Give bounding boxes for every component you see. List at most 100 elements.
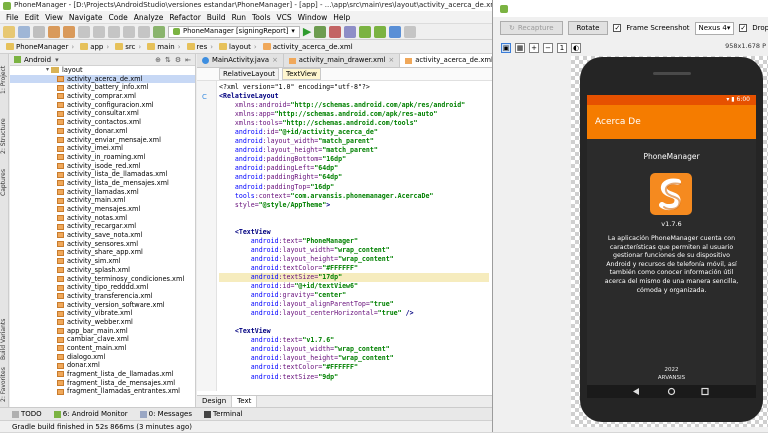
- tree-folder-layout[interactable]: ▾ layout: [10, 66, 195, 75]
- tree-file-item[interactable]: app_bar_main.xml: [10, 327, 195, 336]
- tab-activity-main-drawer[interactable]: activity_main_drawer.xml ×: [284, 54, 401, 67]
- breadcrumb-item[interactable]: PhoneManager ›: [3, 43, 77, 51]
- color-picker-icon[interactable]: ◐: [571, 42, 581, 53]
- recapture-button[interactable]: ↻ Recapture: [500, 21, 563, 35]
- tree-file-item[interactable]: activity_transferencia.xml: [10, 292, 195, 301]
- zoom-out-icon[interactable]: −: [543, 42, 553, 53]
- tree-file-item[interactable]: activity_splash.xml: [10, 266, 195, 275]
- tree-file-item[interactable]: activity_vibrate.xml: [10, 309, 195, 318]
- stop-icon[interactable]: [329, 25, 342, 38]
- tree-file-item[interactable]: activity_mensajes.xml: [10, 205, 195, 214]
- captures-tool-tab[interactable]: Captures: [0, 166, 9, 200]
- tree-file-item[interactable]: activity_webber.xml: [10, 318, 195, 327]
- menu-tools[interactable]: Tools: [249, 11, 273, 24]
- zoom-in-icon[interactable]: +: [529, 42, 539, 53]
- close-icon[interactable]: ×: [272, 54, 278, 67]
- tree-file-item[interactable]: fragment_lista_de_llamadas.xml: [10, 370, 195, 379]
- tree-file-item[interactable]: fragment_llamadas_entrantes.xml: [10, 387, 195, 396]
- menu-edit[interactable]: Edit: [22, 11, 43, 24]
- breadcrumb-item[interactable]: app ›: [77, 43, 112, 51]
- tree-file-item[interactable]: activity_notas.xml: [10, 214, 195, 223]
- breadcrumb-item[interactable]: layout ›: [216, 43, 260, 51]
- menu-navigate[interactable]: Navigate: [66, 11, 106, 24]
- tree-file-item[interactable]: activity_lista_de_mensajes.xml: [10, 179, 195, 188]
- paste-icon[interactable]: [108, 25, 120, 38]
- drop-shadow-checkbox[interactable]: ✓: [739, 24, 748, 32]
- save-icon[interactable]: [18, 25, 30, 38]
- replace-icon[interactable]: [138, 25, 150, 38]
- tree-file-item[interactable]: activity_main.xml: [10, 196, 195, 205]
- tree-file-item[interactable]: activity_share_app.xml: [10, 248, 195, 257]
- menu-run[interactable]: Run: [229, 11, 249, 24]
- menu-analyze[interactable]: Analyze: [131, 11, 167, 24]
- tree-file-item[interactable]: activity_battery_info.xml: [10, 83, 195, 92]
- tree-file-item[interactable]: activity_sensores.xml: [10, 240, 195, 249]
- xml-breadcrumb-textview[interactable]: TextView: [282, 68, 321, 80]
- menu-code[interactable]: Code: [106, 11, 131, 24]
- frame-screenshot-checkbox[interactable]: ✓: [613, 24, 622, 32]
- tool-todo[interactable]: TODO: [12, 410, 42, 418]
- breadcrumb-item[interactable]: main ›: [144, 43, 183, 51]
- run-config-select[interactable]: PhoneManager [signingReport] ▾: [168, 25, 300, 38]
- find-icon[interactable]: [123, 25, 135, 38]
- tree-file-item[interactable]: activity_save_nota.xml: [10, 231, 195, 240]
- tree-file-item[interactable]: activity_version_software.xml: [10, 301, 195, 310]
- open-icon[interactable]: [3, 25, 15, 38]
- gear-icon[interactable]: ⚙: [175, 56, 181, 64]
- actual-size-icon[interactable]: ▦: [515, 42, 525, 53]
- tree-file-item[interactable]: activity_recargar.xml: [10, 222, 195, 231]
- sync-icon[interactable]: [33, 25, 45, 38]
- hide-panel-icon[interactable]: ⇤: [185, 56, 191, 64]
- breadcrumb-item[interactable]: src ›: [112, 43, 144, 51]
- tab-activity-acerca-de[interactable]: activity_acerca_de.xml×: [400, 54, 492, 67]
- tree-file-item[interactable]: activity_acerca_de.xml: [10, 74, 195, 84]
- menu-file[interactable]: File: [3, 11, 22, 24]
- project-view-mode[interactable]: Android: [24, 56, 51, 64]
- tool-android-monitor[interactable]: 6: Android Monitor: [53, 410, 128, 418]
- tree-file-item[interactable]: dialogo.xml: [10, 353, 195, 362]
- chevron-down-icon[interactable]: ▾: [55, 56, 59, 64]
- device-monitor-icon[interactable]: [389, 25, 402, 38]
- debug-icon[interactable]: [314, 25, 327, 38]
- tree-file-item[interactable]: activity_configuracion.xml: [10, 101, 195, 110]
- close-icon[interactable]: ×: [389, 54, 395, 67]
- menu-vcs[interactable]: VCS: [273, 11, 294, 24]
- undo-icon[interactable]: [48, 25, 60, 38]
- make-icon[interactable]: [153, 25, 165, 38]
- tab-text[interactable]: Text: [232, 396, 258, 407]
- tree-file-item[interactable]: activity_imei.xml: [10, 144, 195, 153]
- tree-file-item[interactable]: content_main.xml: [10, 344, 195, 353]
- redo-icon[interactable]: [63, 25, 75, 38]
- menu-refactor[interactable]: Refactor: [166, 11, 203, 24]
- breadcrumb-item[interactable]: res ›: [184, 43, 217, 51]
- collapse-all-icon[interactable]: ⇅: [165, 56, 171, 64]
- tree-file-item[interactable]: activity_contactos.xml: [10, 118, 195, 127]
- tree-file-item[interactable]: activity_consultar.xml: [10, 109, 195, 118]
- xml-breadcrumb-relativelayout[interactable]: RelativeLayout: [219, 68, 280, 80]
- tree-file-item[interactable]: activity_lista_de_llamadas.xml: [10, 170, 195, 179]
- tree-file-item[interactable]: activity_llamadas.xml: [10, 188, 195, 197]
- run-icon[interactable]: ▶: [303, 25, 311, 38]
- tool-messages[interactable]: 0: Messages: [139, 410, 192, 418]
- breadcrumb-item[interactable]: activity_acerca_de.xml: [260, 43, 356, 51]
- tab-design[interactable]: Design: [197, 396, 233, 407]
- zoom-reset-icon[interactable]: 1: [557, 42, 567, 53]
- tree-file-item[interactable]: activity_sim.xml: [10, 257, 195, 266]
- attach-debugger-icon[interactable]: [344, 25, 357, 38]
- favorites-tool-tab[interactable]: 2: Favorites: [0, 366, 9, 404]
- avd-manager-icon[interactable]: [359, 25, 372, 38]
- tab-main-activity[interactable]: MainActivity.java ×: [197, 54, 284, 67]
- sdk-manager-icon[interactable]: [374, 25, 387, 38]
- help-icon[interactable]: [404, 25, 417, 38]
- tree-file-item[interactable]: donar.xml: [10, 361, 195, 370]
- structure-tool-tab[interactable]: 2: Structure: [0, 114, 9, 158]
- menu-help[interactable]: Help: [330, 11, 353, 24]
- tool-terminal[interactable]: Terminal: [204, 410, 243, 418]
- sync-scroll-icon[interactable]: ⊕: [155, 56, 161, 64]
- device-select[interactable]: Nexus 4 ▾: [694, 21, 735, 35]
- cut-icon[interactable]: [78, 25, 90, 38]
- tree-file-item[interactable]: activity_tipo_redddd.xml: [10, 283, 195, 292]
- tree-file-item[interactable]: cambiar_clave.xml: [10, 335, 195, 344]
- tree-file-item[interactable]: activity_isode_red.xml: [10, 162, 195, 171]
- rotate-button[interactable]: Rotate: [567, 21, 609, 35]
